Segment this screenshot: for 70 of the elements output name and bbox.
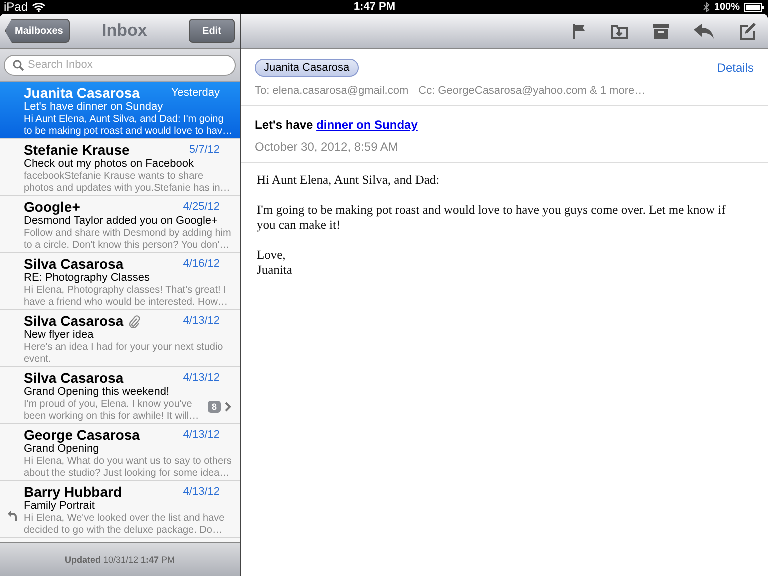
message-preview: Hi Elena, We've looked over the list and have bbox=[24, 513, 226, 525]
message-date: 4/13/12 bbox=[183, 372, 220, 384]
calendar-link[interactable]: dinner on Sunday bbox=[316, 118, 418, 132]
sender-chip[interactable]: Juanita Casarosa bbox=[255, 59, 359, 77]
device-name: iPad bbox=[4, 0, 28, 14]
sender-name: Silva Casarosa bbox=[24, 370, 124, 386]
cc-recipients: Cc: GeorgeCasarosa@yahoo.com & 1 more… bbox=[418, 85, 646, 97]
message-preview: facebookStefanie Krause wants to share bbox=[24, 171, 205, 183]
battery-percent: 100% bbox=[714, 2, 740, 12]
message-subject: Grand Opening bbox=[24, 443, 100, 456]
sender-name: George Casarosa bbox=[24, 427, 140, 443]
message-subject: Check out my photos on Facebook bbox=[24, 158, 194, 171]
message-subject: New flyer idea bbox=[24, 329, 94, 342]
message-preview: to a circle. Don't know this person? You don'… bbox=[24, 240, 231, 252]
message-subject: Desmond Taylor added you on Google+ bbox=[24, 215, 218, 228]
message-date: 4/16/12 bbox=[183, 258, 220, 270]
message-subject: Let's have dinner on Sunday bbox=[24, 101, 164, 114]
edit-button[interactable]: Edit bbox=[188, 19, 235, 43]
body-paragraph: Love, Juanita bbox=[257, 248, 294, 278]
move-to-folder-icon[interactable] bbox=[611, 23, 628, 39]
message-preview: Follow and share with Desmond by adding him bbox=[24, 228, 232, 240]
message-preview: been working on this for awhile! It will… bbox=[24, 411, 200, 423]
battery-icon bbox=[744, 2, 764, 12]
compose-icon[interactable] bbox=[739, 22, 756, 40]
message-preview: to be making pot roast and would love to hav… bbox=[24, 126, 232, 138]
message-preview: Here's an idea I had for your your next studio bbox=[24, 342, 224, 354]
updated-status: Updated 10/31/12 1:47 PM bbox=[64, 554, 176, 564]
inbox-title: Inbox bbox=[102, 21, 148, 41]
message-date: 4/13/12 bbox=[183, 315, 220, 327]
flag-icon[interactable] bbox=[572, 23, 586, 39]
details-link[interactable]: Details bbox=[717, 61, 754, 75]
message-preview: photos and updates with you.Stefanie has in… bbox=[24, 183, 232, 195]
body-paragraph: Hi Aunt Elena, Aunt Silva, and Dad: bbox=[257, 173, 441, 188]
message-subject: RE: Photography Classes bbox=[24, 272, 150, 285]
message-date: Yesterday bbox=[171, 87, 220, 99]
message-timestamp: October 30, 2012, 8:59 AM bbox=[255, 140, 400, 154]
message-row[interactable]: Juanita Casarosa Yesterday Let's have dinner on Sunday Hi Aunt Elena, Aunt Silva, and Dad: I'm going to be making pot roast and would love to hav… bbox=[0, 82, 240, 139]
message-date: 4/13/12 bbox=[183, 429, 220, 441]
search-field[interactable]: Search Inbox bbox=[4, 54, 236, 76]
message-preview: Hi Elena, What do you want us to say to others bbox=[24, 456, 232, 468]
message-preview: about the studio? Just looking for some idea… bbox=[24, 468, 231, 480]
sender-name: Stefanie Krause bbox=[24, 142, 130, 158]
message-preview: decided to go with the deluxe package. Do… bbox=[24, 525, 224, 537]
sender-name: Google+ bbox=[24, 199, 80, 215]
message-preview: event. bbox=[24, 354, 52, 366]
message-subject-heading: Let's have dinner on Sunday bbox=[255, 118, 419, 132]
message-preview: Hi Aunt Elena, Aunt Silva, and Dad: I'm going bbox=[24, 114, 225, 126]
to-recipients: To: elena.casarosa@gmail.com bbox=[255, 85, 409, 97]
message-date: 4/13/12 bbox=[183, 486, 220, 498]
message-preview: I'm proud of you, Elena. I know you've bbox=[24, 399, 194, 411]
message-subject: Family Portrait bbox=[24, 500, 95, 513]
sender-name: Silva Casarosa bbox=[24, 256, 124, 272]
sender-name: Juanita Casarosa bbox=[24, 85, 140, 101]
body-paragraph: I'm going to be making pot roast and would love to have you guys come over. Let me know if you can make it! bbox=[257, 203, 727, 233]
message-preview: have a friend who would be interested. How… bbox=[24, 297, 230, 309]
chevron-icon bbox=[225, 402, 232, 412]
wifi-icon bbox=[32, 2, 46, 12]
reply-arrow-icon[interactable] bbox=[694, 24, 714, 38]
message-subject: Grand Opening this weekend! bbox=[24, 386, 170, 399]
archive-box-icon[interactable] bbox=[653, 24, 669, 38]
mailboxes-button[interactable]: Mailboxes bbox=[5, 19, 70, 43]
sender-name: Silva Casarosa bbox=[24, 313, 124, 329]
message-date: 4/25/12 bbox=[183, 201, 220, 213]
search-icon bbox=[13, 60, 24, 70]
bluetooth-icon bbox=[703, 2, 710, 12]
thread-count: 8 bbox=[208, 401, 221, 413]
clock: 1:47 PM bbox=[354, 1, 396, 13]
message-date: 5/7/12 bbox=[189, 144, 220, 156]
message-preview: Hi Elena, Photography classes! That's great! I bbox=[24, 285, 228, 297]
sender-name: Barry Hubbard bbox=[24, 484, 122, 500]
